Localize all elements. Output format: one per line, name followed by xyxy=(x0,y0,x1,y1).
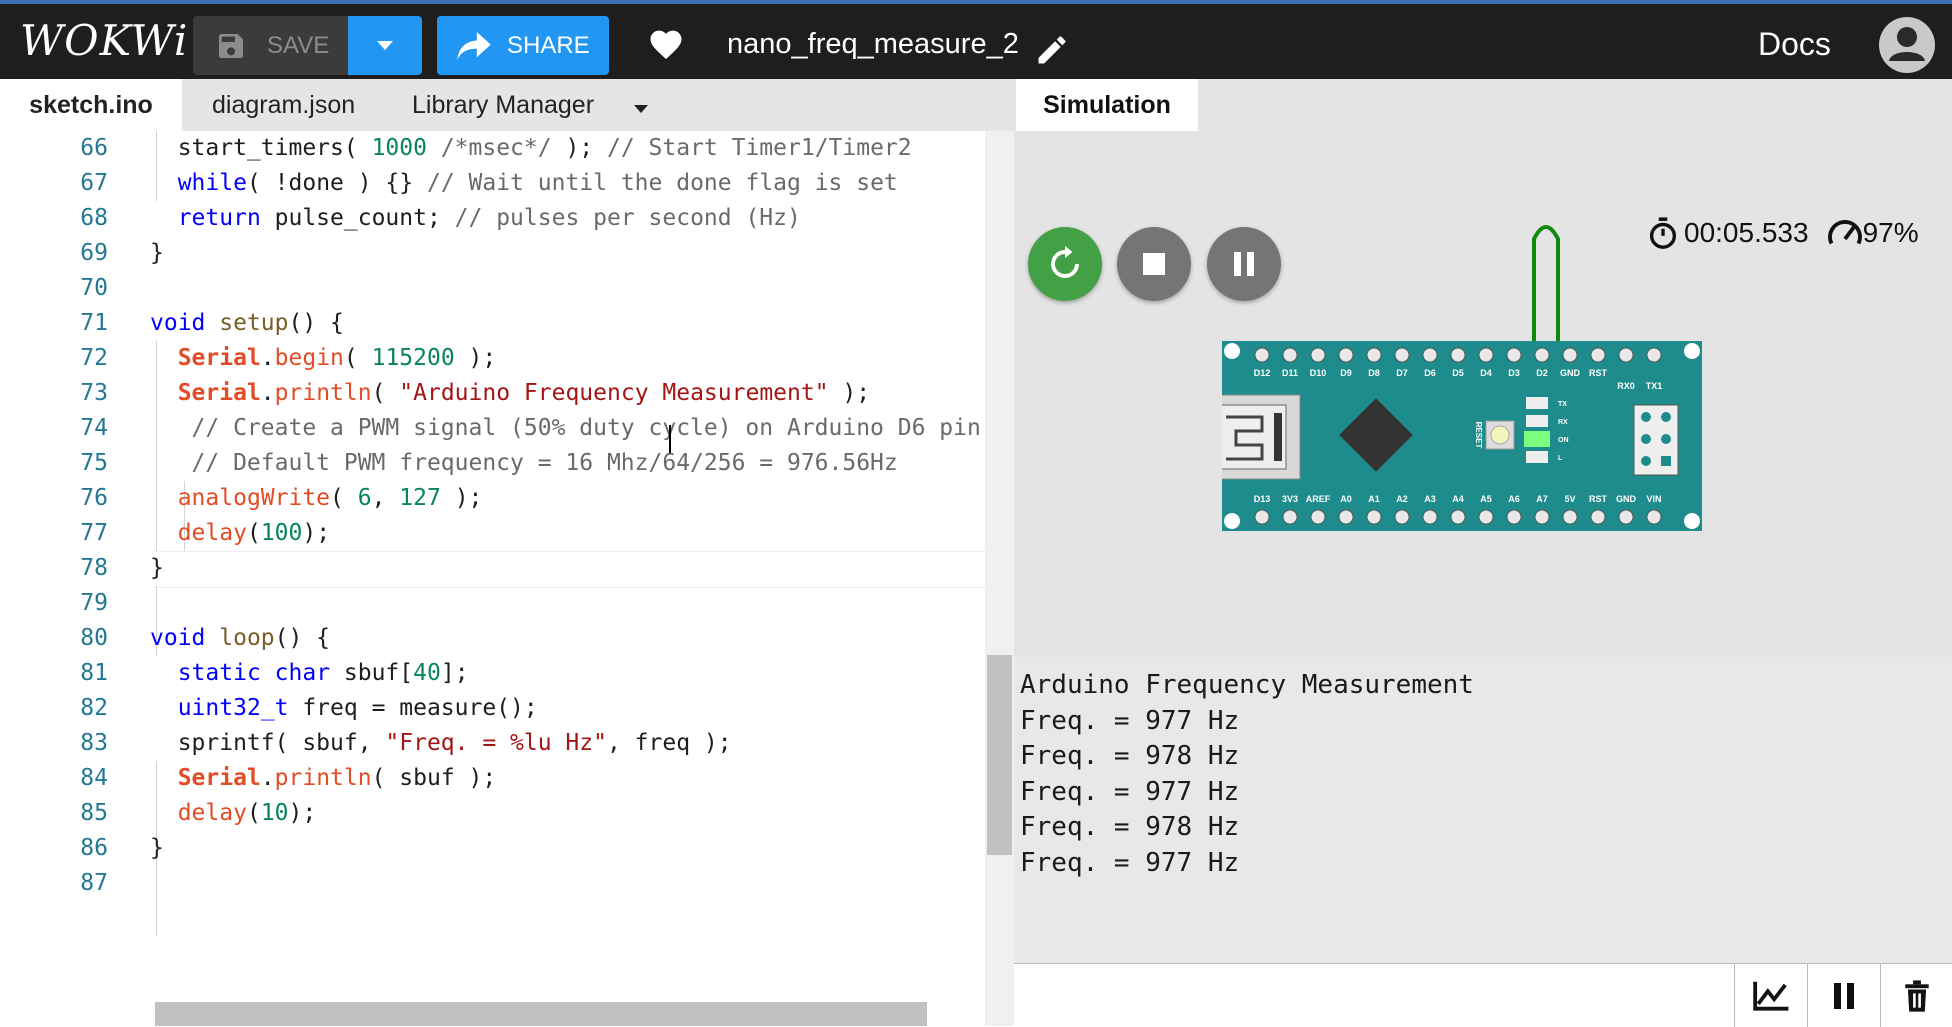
text-cursor xyxy=(669,425,671,453)
bottom-header-pins xyxy=(1254,509,1662,525)
avatar[interactable] xyxy=(1879,17,1935,73)
speedometer-icon xyxy=(1827,220,1862,245)
pin-label: GND xyxy=(1616,494,1637,504)
chart-line-icon xyxy=(1753,981,1789,1011)
pin-label: RST xyxy=(1589,494,1608,504)
serial-line: Freq. = 978 Hz xyxy=(1020,812,1240,842)
serial-input[interactable] xyxy=(1014,963,1734,1026)
wokwi-logo[interactable]: WOKWi xyxy=(20,16,188,65)
pin-label: D2 xyxy=(1536,368,1548,378)
simulation-tab-bar: Simulation xyxy=(1014,79,1952,131)
restart-button[interactable] xyxy=(1028,227,1102,301)
simulation-canvas[interactable]: 00:05.533 97% D12 D11 D10 D9 D8 D7 D6 D5… xyxy=(1014,131,1952,657)
code-area[interactable]: 66 start_timers( 1000 /*msec*/ ); // Sta… xyxy=(0,131,1014,1001)
led-label: TX xyxy=(1558,401,1567,408)
share-arrow-icon xyxy=(457,31,491,60)
editor-scroll-thumb[interactable] xyxy=(987,655,1012,855)
serial-pause-button[interactable] xyxy=(1807,963,1880,1027)
serial-monitor: Arduino Frequency Measurement Freq. = 97… xyxy=(1014,657,1952,963)
pin-label: A7 xyxy=(1536,494,1548,504)
pin-label: D6 xyxy=(1424,368,1436,378)
edit-pencil-icon[interactable] xyxy=(1034,32,1070,73)
share-button-label: SHARE xyxy=(507,31,590,59)
pin-label: RST xyxy=(1589,368,1608,378)
user-icon xyxy=(1889,27,1925,61)
pin-label: A0 xyxy=(1340,494,1352,504)
trash-icon xyxy=(1905,979,1929,1012)
tx-led xyxy=(1526,397,1548,409)
serial-line: Arduino Frequency Measurement xyxy=(1020,670,1474,700)
clear-serial-button[interactable] xyxy=(1880,963,1952,1027)
rx-led xyxy=(1526,415,1548,427)
speed-percent: 97% xyxy=(1862,217,1919,248)
pin-label: D10 xyxy=(1310,368,1327,378)
pin-label: A3 xyxy=(1424,494,1436,504)
heart-icon[interactable] xyxy=(647,26,685,65)
pin-label: D3 xyxy=(1508,368,1520,378)
share-button[interactable]: SHARE xyxy=(437,16,609,75)
led-label: RX xyxy=(1558,419,1568,426)
top-header-pins xyxy=(1254,347,1662,363)
top-bar: WOKWi SAVE SHARE nano_freq_measure_2 Doc… xyxy=(0,0,1952,79)
floppy-disk-icon xyxy=(219,33,243,58)
tab-simulation[interactable]: Simulation xyxy=(1016,79,1198,131)
docs-link[interactable]: Docs xyxy=(1758,26,1831,63)
pin-label: D4 xyxy=(1480,368,1492,378)
pin-label: D7 xyxy=(1396,368,1408,378)
tab-library-manager[interactable]: Library Manager xyxy=(412,79,594,131)
pin-label: D11 xyxy=(1282,368,1298,378)
tabs-dropdown-icon[interactable] xyxy=(633,101,649,119)
pin-label: 5V xyxy=(1564,494,1575,504)
led-label: L xyxy=(1558,455,1563,462)
arduino-nano-board[interactable]: D12 D11 D10 D9 D8 D7 D6 D5 D4 D3 D2 GND … xyxy=(1222,209,1744,539)
pin-label: A1 xyxy=(1368,494,1380,504)
serial-line: Freq. = 977 Hz xyxy=(1020,848,1240,878)
led-label: ON xyxy=(1558,437,1569,444)
pin-label: VIN xyxy=(1646,494,1661,504)
pause-icon xyxy=(1834,982,1854,1009)
pin-label: GND xyxy=(1560,368,1581,378)
simulation-panel: Simulation 00:05.533 97% D12 D11 D10 D9 … xyxy=(1014,79,1952,1027)
code-editor-panel: sketch.ino diagram.json Library Manager … xyxy=(0,79,1014,1026)
pin-label: A6 xyxy=(1508,494,1520,504)
pin-label: RX0 xyxy=(1617,381,1635,391)
tab-diagram-json[interactable]: diagram.json xyxy=(212,79,355,131)
save-button-label: SAVE xyxy=(267,31,330,59)
pin-label: AREF xyxy=(1306,494,1331,504)
save-button[interactable]: SAVE xyxy=(193,16,348,75)
serial-line: Freq. = 978 Hz xyxy=(1020,741,1240,771)
stop-button[interactable] xyxy=(1117,227,1191,301)
icsp-header xyxy=(1633,404,1679,476)
save-dropdown-button[interactable] xyxy=(348,16,422,75)
current-line-highlight xyxy=(154,551,1010,588)
pin-label: D13 xyxy=(1254,494,1271,504)
restart-icon xyxy=(1051,246,1079,278)
jumper-wire xyxy=(1532,225,1560,351)
caret-down-icon xyxy=(377,40,393,50)
stop-icon xyxy=(1143,253,1165,275)
editor-vertical-scrollbar[interactable] xyxy=(985,131,1014,1026)
pin-label: A4 xyxy=(1452,494,1464,504)
pin-label: 3V3 xyxy=(1282,494,1298,504)
power-led xyxy=(1524,431,1550,447)
usb-connector xyxy=(1222,394,1301,480)
pin-label: D5 xyxy=(1452,368,1464,378)
pin-label: D9 xyxy=(1340,368,1352,378)
tab-sketch-ino[interactable]: sketch.ino xyxy=(0,79,182,131)
pin-label: A2 xyxy=(1396,494,1408,504)
serial-line: Freq. = 977 Hz xyxy=(1020,777,1240,807)
serial-line: Freq. = 977 Hz xyxy=(1020,706,1240,736)
pin-label: TX1 xyxy=(1646,381,1663,391)
project-name[interactable]: nano_freq_measure_2 xyxy=(727,28,1019,61)
pin-label: A5 xyxy=(1480,494,1492,504)
pin-label: D12 xyxy=(1254,368,1271,378)
pin-label: D8 xyxy=(1368,368,1380,378)
plotter-button[interactable] xyxy=(1734,963,1807,1027)
editor-tab-bar: sketch.ino diagram.json Library Manager xyxy=(0,79,1014,131)
reset-label: RESET xyxy=(1474,422,1483,449)
l-led xyxy=(1526,451,1548,463)
editor-horizontal-scrollbar[interactable] xyxy=(155,1002,927,1026)
